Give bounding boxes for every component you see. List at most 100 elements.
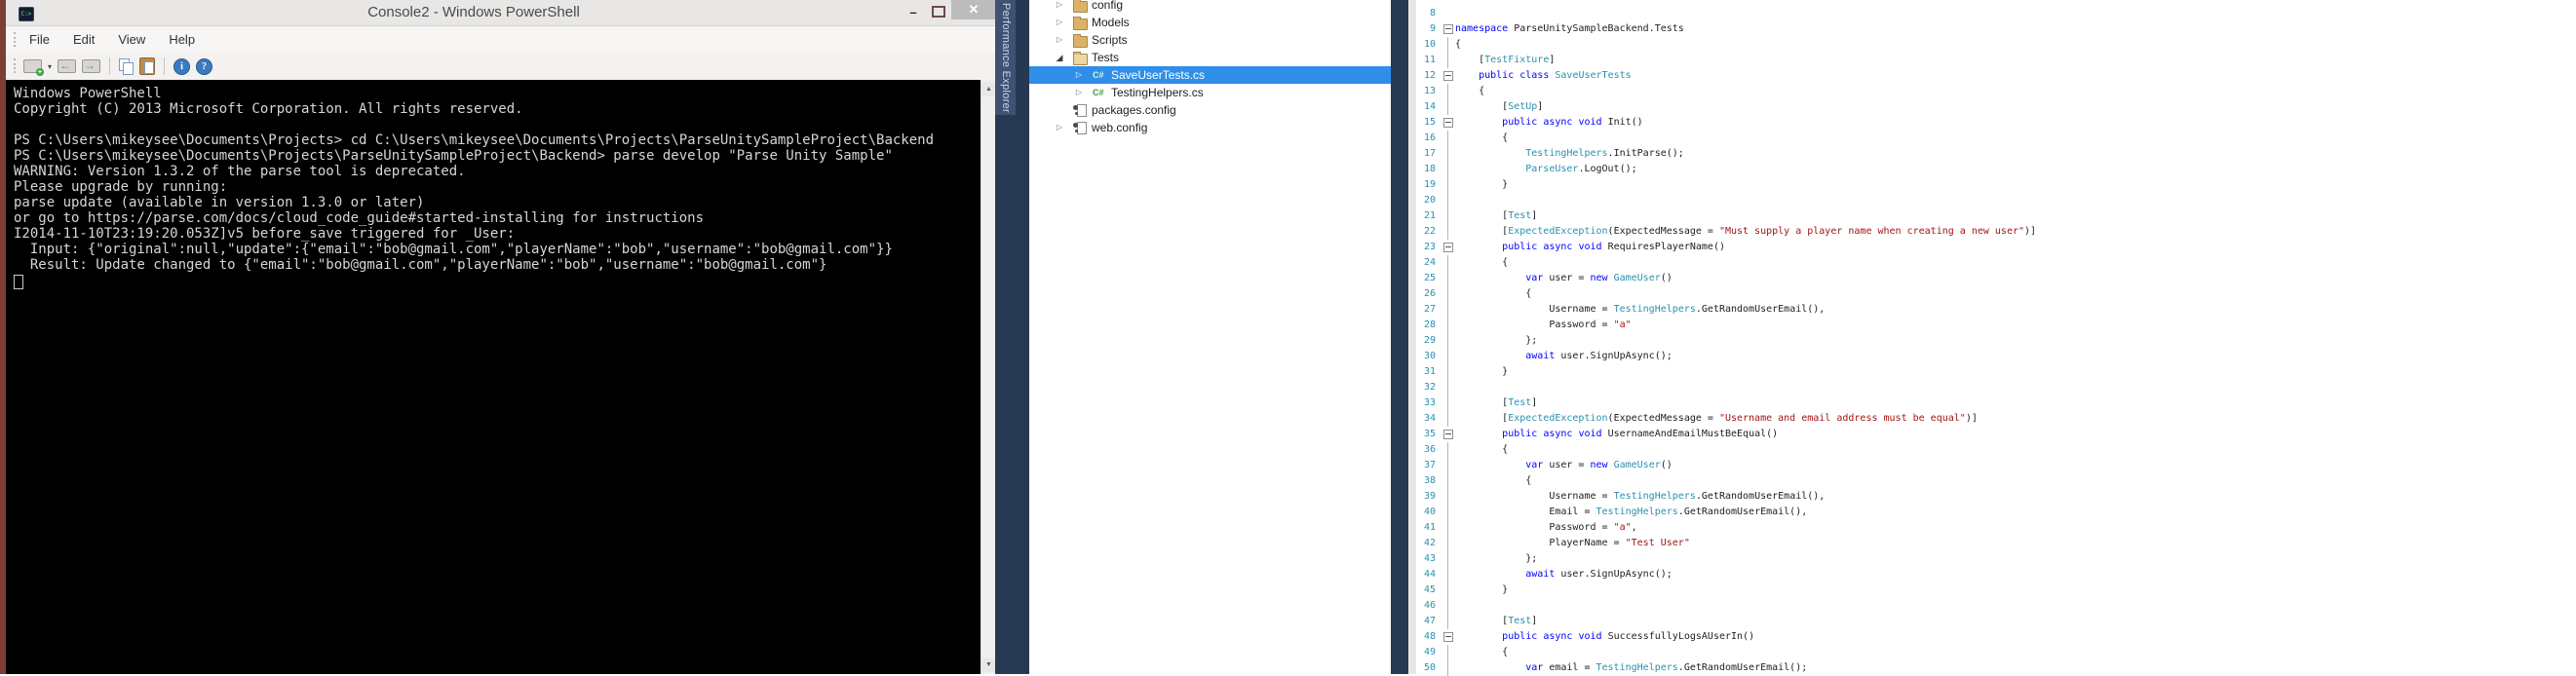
vs-window-edge: Performance Explorer [995, 0, 1029, 674]
fold-margin [1441, 302, 1455, 318]
collapse-box-icon[interactable] [1443, 71, 1453, 81]
code-text: var user = new GameUser() [1525, 273, 1672, 283]
editor-line: 22 [ExpectedException(ExpectedMessage = … [1408, 224, 2036, 240]
code-text: [ExpectedException(ExpectedMessage = "Mu… [1455, 226, 2037, 237]
editor-line: 43 }; [1408, 551, 1537, 567]
new-console-dropdown-icon[interactable]: ▾ [48, 62, 52, 71]
fold-margin [1441, 380, 1455, 395]
fold-margin [1441, 520, 1455, 536]
code-text: { [1455, 647, 1509, 657]
collapse-box-icon[interactable] [1443, 118, 1453, 128]
next-console-icon[interactable]: → [82, 59, 101, 73]
code-editor[interactable]: 8 9 namespace ParseUnitySampleBackend.Test… [1408, 0, 2576, 676]
panel-divider [1391, 0, 1408, 674]
tree-item-saveusertests-cs[interactable]: ▷ C# SaveUserTests.cs [1029, 66, 1391, 84]
code-text: { [1455, 475, 1532, 486]
tree-item-config[interactable]: ▷ config [1029, 0, 1391, 14]
line-number: 21 [1423, 210, 1436, 221]
code-text: Username = TestingHelpers.GetRandomUserE… [1455, 491, 1826, 502]
scrollbar-down-icon[interactable]: ▼ [981, 657, 996, 672]
fold-margin [1441, 598, 1455, 614]
editor-line: 40 Email = TestingHelpers.GetRandomUserE… [1408, 505, 1807, 520]
collapse-box-icon[interactable] [1443, 430, 1453, 439]
fold-margin [1441, 146, 1455, 162]
fold-margin [1441, 208, 1455, 224]
expander-collapsed-icon[interactable]: ▷ [1055, 123, 1064, 131]
line-number: 13 [1423, 86, 1436, 96]
new-console-icon[interactable]: + [23, 59, 44, 76]
code-text: } [1455, 179, 1509, 190]
maximize-button[interactable] [930, 6, 947, 19]
close-button[interactable]: ✕ [951, 0, 996, 19]
outline-guide-line [1447, 286, 1448, 302]
code-text: public async void Init() [1502, 117, 1643, 128]
expander-collapsed-icon[interactable]: ▷ [1055, 0, 1064, 9]
line-number: 47 [1423, 616, 1436, 626]
collapse-box-icon[interactable] [1443, 243, 1453, 252]
console-output[interactable]: Windows PowerShell Copyright (C) 2013 Mic… [6, 80, 980, 674]
menu-item-file[interactable]: File [29, 32, 50, 47]
editor-line: 20 [1408, 193, 1455, 208]
editor-line: 33 [Test] [1408, 395, 1537, 411]
editor-line: 37 var user = new GameUser() [1408, 458, 1672, 473]
about-icon[interactable]: ? [196, 57, 213, 75]
scrollbar-up-icon[interactable]: ▲ [981, 82, 996, 96]
tree-item-scripts[interactable]: ▷ Scripts [1029, 31, 1391, 49]
line-number: 26 [1423, 288, 1436, 299]
tree-item-label: web.config [1092, 121, 1148, 134]
code-text: }; [1455, 335, 1538, 346]
line-number: 46 [1423, 600, 1436, 611]
outline-guide-line [1447, 146, 1448, 162]
editor-line: 32 [1408, 380, 1455, 395]
previous-console-icon[interactable]: ← [58, 59, 77, 73]
outline-guide-line [1447, 333, 1448, 349]
line-number: 33 [1423, 397, 1436, 408]
config-file-icon [1073, 122, 1087, 134]
copy-icon[interactable] [119, 58, 135, 75]
editor-line: 45 } [1408, 582, 1508, 598]
expander-collapsed-icon[interactable]: ▷ [1055, 18, 1064, 26]
line-number: 18 [1423, 164, 1436, 174]
editor-line: 29 }; [1408, 333, 1537, 349]
menu-item-edit[interactable]: Edit [73, 32, 95, 47]
menu-item-help[interactable]: Help [169, 32, 195, 47]
editor-line: 28 Password = "a" [1408, 318, 1632, 333]
editor-line: 10 { [1408, 37, 1461, 53]
fold-margin [1441, 567, 1455, 582]
editor-line: 17 TestingHelpers.InitParse(); [1408, 146, 1684, 162]
fold-margin [1441, 21, 1455, 37]
outline-guide-line [1447, 582, 1448, 598]
expander-collapsed-icon[interactable]: ▷ [1055, 35, 1064, 44]
tree-item-packages-config[interactable]: packages.config [1029, 101, 1391, 119]
line-number: 25 [1423, 273, 1436, 283]
collapse-box-icon[interactable] [1443, 24, 1453, 34]
tree-item-tests[interactable]: ◢ Tests [1029, 49, 1391, 66]
fold-margin [1441, 473, 1455, 489]
console-scrollbar[interactable]: ▲ ▼ [980, 80, 996, 674]
paste-icon[interactable] [139, 57, 156, 75]
minimize-button[interactable]: – [903, 6, 924, 19]
tree-item-models[interactable]: ▷ Models [1029, 14, 1391, 31]
menu-item-view[interactable]: View [118, 32, 145, 47]
tree-item-label: Models [1092, 16, 1130, 29]
editor-line: 38 { [1408, 473, 1531, 489]
collapse-box-icon[interactable] [1443, 632, 1453, 642]
tree-item-label: SaveUserTests.cs [1111, 68, 1206, 82]
expander-collapsed-icon[interactable]: ▷ [1074, 70, 1084, 79]
tree-item-testinghelpers-cs[interactable]: ▷ C# TestingHelpers.cs [1029, 84, 1391, 101]
expander-expanded-icon[interactable]: ◢ [1055, 53, 1064, 63]
info-icon[interactable]: i [173, 57, 191, 75]
code-text: Password = "a", [1455, 522, 1637, 533]
expander-collapsed-icon[interactable]: ▷ [1074, 88, 1084, 96]
editor-line: 41 Password = "a", [1408, 520, 1637, 536]
fold-margin [1441, 629, 1455, 645]
line-number: 41 [1423, 522, 1436, 533]
fold-margin [1441, 645, 1455, 660]
outline-guide-line [1447, 131, 1448, 146]
editor-line: 46 [1408, 598, 1455, 614]
toolbar-grip [14, 58, 19, 73]
tree-item-web-config[interactable]: ▷ web.config [1029, 119, 1391, 136]
performance-explorer-tab[interactable]: Performance Explorer [995, 0, 1016, 115]
code-text: PlayerName = "Test User" [1455, 538, 1690, 548]
